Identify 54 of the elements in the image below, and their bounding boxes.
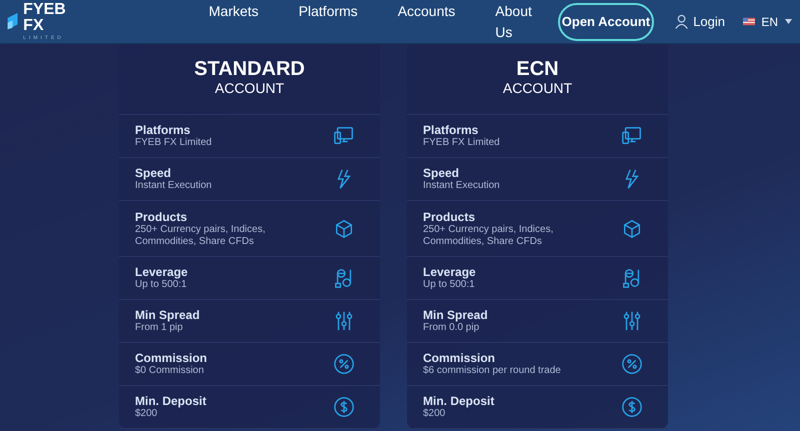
feature-value: $0 Commission	[135, 365, 205, 377]
user-icon	[675, 12, 688, 30]
account-subtitle: ACCOUNT	[502, 80, 572, 96]
account-title: ECN	[516, 58, 559, 80]
open-account-button[interactable]: Open Account	[558, 2, 654, 40]
flag-icon	[743, 17, 756, 26]
monitor-icon	[333, 125, 355, 147]
login-link[interactable]: Login	[693, 12, 726, 32]
feature-value: 250+ Currency pairs, Indices, Commodities, Share CFDs	[135, 224, 266, 248]
sliders-icon	[621, 310, 643, 332]
feature-label: Platforms	[423, 123, 480, 137]
feature-label: Leverage	[423, 265, 477, 279]
feature-label: Min. Deposit	[423, 394, 496, 408]
nav-link[interactable]: Accounts	[398, 0, 456, 42]
nav-link[interactable]: Platforms	[298, 0, 358, 42]
feature-value: From 1 pip	[135, 322, 184, 334]
feature-value: Up to 500:1	[135, 279, 188, 291]
cube-icon	[621, 218, 643, 240]
percent-icon	[333, 353, 355, 375]
feature-label: Platforms	[135, 123, 192, 137]
feature-label: Min. Deposit	[135, 394, 208, 408]
nav-link[interactable]: Markets	[208, 0, 259, 42]
feature-label: Speed	[423, 166, 460, 180]
account-title: STANDARD	[194, 58, 305, 80]
nav-link[interactable]: About Us	[495, 0, 532, 42]
feature-value: From 0.0 pip	[423, 322, 480, 334]
feature-value: $200	[135, 408, 158, 420]
percent-icon	[621, 353, 643, 375]
feature-value: $200	[423, 408, 446, 420]
feature-value: 250+ Currency pairs, Indices, Commodities, Share CFDs	[423, 224, 554, 248]
feature-label: Commission	[135, 351, 208, 365]
feature-label: Commission	[423, 351, 496, 365]
feature-value: Instant Execution	[423, 180, 501, 192]
dollar-icon	[333, 396, 355, 418]
feature-label: Min Spread	[135, 308, 201, 322]
feature-value: FYEB FX Limited	[135, 137, 213, 149]
feature-value: Up to 500:1	[423, 279, 476, 291]
cube-icon	[333, 218, 355, 240]
logo-text: FYEB FX	[23, 2, 67, 34]
feature-label: Products	[135, 210, 188, 224]
logo-icon	[6, 10, 20, 32]
caret-icon	[785, 19, 792, 24]
feature-label: Speed	[135, 166, 172, 180]
feature-value: FYEB FX Limited	[423, 137, 501, 149]
account-subtitle: ACCOUNT	[214, 80, 284, 96]
feature-label: Min Spread	[423, 308, 489, 322]
monitor-icon	[621, 125, 643, 147]
sliders-icon	[333, 310, 355, 332]
dollar-icon	[621, 396, 643, 418]
language-selector[interactable]: EN	[761, 12, 792, 30]
feature-label: Products	[423, 210, 476, 224]
feature-label: Leverage	[135, 265, 189, 279]
feature-value: $6 commission per round trade	[423, 365, 562, 377]
feature-value: Instant Execution	[135, 180, 213, 192]
